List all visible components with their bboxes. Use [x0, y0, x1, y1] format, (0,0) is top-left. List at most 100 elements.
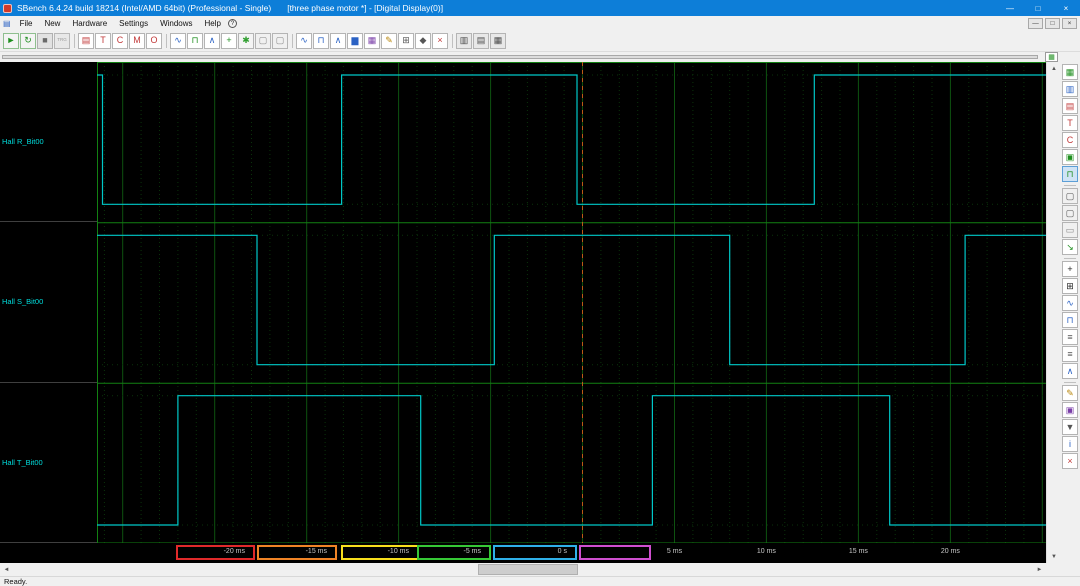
mode-settings-button[interactable]: M [129, 32, 145, 49]
child-window-icon: ▤ [3, 18, 11, 28]
waveform-canvas [97, 62, 1046, 543]
analog-display-button[interactable]: ∿ [296, 32, 312, 49]
fft-display-button[interactable]: ∧ [330, 32, 346, 49]
notes-button[interactable]: ✎ [381, 32, 397, 49]
input-settings-button[interactable]: ▤ [78, 32, 94, 49]
list-icon[interactable]: ≡ [1062, 329, 1078, 345]
histogram-display-button[interactable]: ▆ [347, 32, 363, 49]
title-bar: SBench 6.4.24 build 18214 (Intel/AMD 64b… [0, 0, 1080, 16]
maximize-button[interactable]: □ [1024, 0, 1052, 16]
channel-label: Hall R_Bit00 [2, 137, 44, 147]
data-table-button[interactable]: ▦ [364, 32, 380, 49]
trigger-card-icon[interactable]: T [1062, 115, 1078, 131]
toolbar-separator [1064, 382, 1076, 383]
layout-vertical-button[interactable]: ▥ [456, 32, 472, 49]
horizontal-scrollbar[interactable]: ◄ ► [0, 563, 1046, 576]
close-button[interactable]: × [1052, 0, 1080, 16]
menu-items: File New Hardware Settings Windows Help [14, 16, 227, 30]
menu-new[interactable]: New [38, 16, 66, 30]
toolbar-separator [452, 33, 453, 48]
panel-icon[interactable]: ▭ [1062, 222, 1078, 238]
cursor-grid-icon[interactable]: ⊞ [1062, 278, 1078, 294]
settings-button[interactable]: ✱ [238, 32, 254, 49]
monitor-icon[interactable]: ▢ [1062, 188, 1078, 204]
info-icon[interactable]: i [1062, 436, 1078, 452]
monitor-alt-icon[interactable]: ▢ [1062, 205, 1078, 221]
mdi-restore-button[interactable]: □ [1045, 17, 1060, 29]
trigger-settings-button[interactable]: T [95, 32, 111, 49]
menu-hardware[interactable]: Hardware [66, 16, 113, 30]
info-panel-button[interactable]: ▢ [272, 32, 288, 49]
analog-wave-icon[interactable]: ∿ [1062, 295, 1078, 311]
menu-bar: ▤ File New Hardware Settings Windows Help ? —… [0, 16, 1080, 30]
new-display-group-button[interactable]: + [221, 32, 237, 49]
fit-view-icon[interactable]: ↘ [1062, 239, 1078, 255]
new-analog-display-button[interactable]: ∿ [170, 32, 186, 49]
input-card-icon[interactable]: ▤ [1062, 98, 1078, 114]
notes-icon[interactable]: ✎ [1062, 385, 1078, 401]
menu-settings[interactable]: Settings [113, 16, 154, 30]
time-position-strip [0, 52, 1044, 62]
digital-display-icon[interactable]: ⊓ [1062, 166, 1078, 182]
axis-tick-label: 10 ms [756, 548, 776, 555]
force-trigger-button[interactable]: TRG [54, 32, 70, 49]
list-alt-icon[interactable]: ≡ [1062, 346, 1078, 362]
combine-signals-button[interactable]: ◆ [415, 32, 431, 49]
cursor-icon[interactable]: + [1062, 261, 1078, 277]
channel-label-panel: Hall R_Bit00 Hall S_Bit00 Hall T_Bit00 [0, 62, 97, 563]
signal-manager-icon[interactable]: ▦ [1062, 64, 1078, 80]
app-icon [3, 3, 12, 13]
status-text: Ready. [4, 577, 28, 586]
right-toolbar: ▦ ▥ ▤ T C ▣ ⊓ ▢ ▢ ▭ ↘ + ⊞ ∿ ⊓ ≡ ≡ ∧ ✎ ▣ ▼ i × [1060, 62, 1080, 563]
calculation-button[interactable]: ⊞ [398, 32, 414, 49]
toolbar-separator [1064, 258, 1076, 259]
vertical-scrollbar[interactable]: ▲ ▼ [1046, 62, 1060, 563]
digital-display-button[interactable]: ⊓ [313, 32, 329, 49]
acquisition-display-icon[interactable]: ▣ [1062, 149, 1078, 165]
start-loop-button[interactable]: ↻ [20, 32, 36, 49]
mdi-close-button[interactable]: × [1062, 17, 1077, 29]
layout-grid-button[interactable]: ▦ [490, 32, 506, 49]
option-settings-button[interactable]: O [146, 32, 162, 49]
square-wave-icon[interactable]: ⊓ [1062, 312, 1078, 328]
status-bar: Ready. [0, 576, 1080, 586]
block-icon[interactable]: ▣ [1062, 402, 1078, 418]
delete-display-button[interactable]: × [432, 32, 448, 49]
column-view-icon[interactable]: ▥ [1062, 81, 1078, 97]
card-panel-button[interactable]: ▢ [255, 32, 271, 49]
clock-settings-button[interactable]: C [112, 32, 128, 49]
toolbar-separator [1064, 185, 1076, 186]
scroll-left-button[interactable]: ◄ [0, 563, 13, 576]
clock-card-icon[interactable]: C [1062, 132, 1078, 148]
spectrum-icon[interactable]: ∧ [1062, 363, 1078, 379]
mdi-minimize-button[interactable]: — [1028, 17, 1043, 29]
axis-tick-label: 15 ms [848, 548, 868, 555]
axis-marker-box-0: -20 ms [176, 545, 255, 560]
scroll-up-button[interactable]: ▲ [1047, 62, 1061, 75]
window-title: SBench 6.4.24 build 18214 (Intel/AMD 64b… [17, 3, 272, 13]
stop-button[interactable]: ■ [37, 32, 53, 49]
menu-windows[interactable]: Windows [154, 16, 198, 30]
layout-horizontal-button[interactable]: ▤ [473, 32, 489, 49]
scroll-down-button[interactable]: ▼ [1047, 550, 1061, 563]
help-icon[interactable]: ? [227, 18, 237, 28]
axis-tick-label: 5 ms [666, 548, 683, 555]
export-icon[interactable]: ▼ [1062, 419, 1078, 435]
axis-marker-box-4: 0 s [493, 545, 577, 560]
minimize-button[interactable]: — [996, 0, 1024, 16]
new-spectrum-display-button[interactable]: ∧ [204, 32, 220, 49]
new-digital-display-button[interactable]: ⊓ [187, 32, 203, 49]
time-position-slider[interactable] [2, 55, 1038, 59]
scroll-right-button[interactable]: ► [1033, 563, 1046, 576]
digital-plot[interactable]: -20 ms -15 ms -10 ms -5 ms 0 s 5 ms 10 ms 15 ms… [97, 62, 1046, 563]
channel-label: Hall T_Bit00 [2, 457, 43, 467]
horizontal-scroll-thumb[interactable] [478, 564, 578, 575]
channel-row-2: Hall T_Bit00 [0, 383, 97, 543]
scrollbar-corner [1046, 563, 1080, 576]
menu-file[interactable]: File [14, 16, 39, 30]
menu-help[interactable]: Help [199, 16, 227, 30]
close-display-icon[interactable]: × [1062, 453, 1078, 469]
start-button[interactable]: ► [3, 32, 19, 49]
axis-settings-button[interactable]: ▦ [1045, 52, 1058, 62]
window-controls: — □ × [996, 0, 1080, 16]
